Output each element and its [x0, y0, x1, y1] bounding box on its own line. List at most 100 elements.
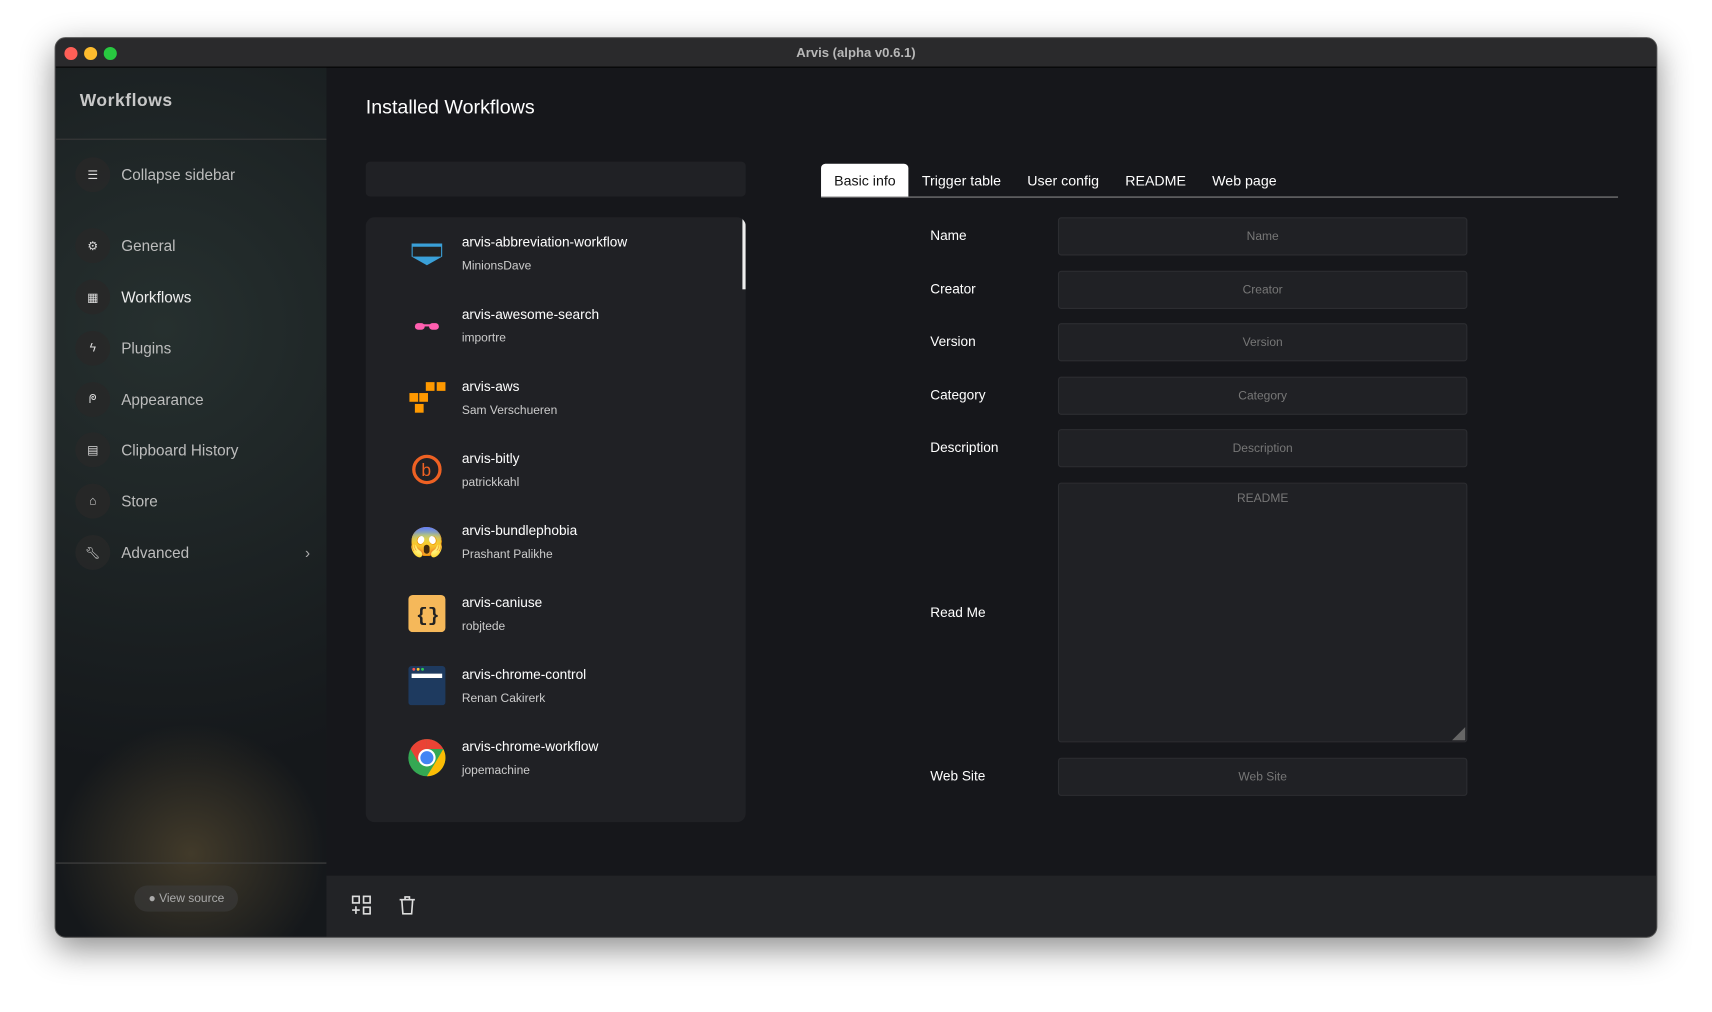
svg-text:{}: {} — [416, 605, 440, 627]
zoom-button[interactable] — [103, 46, 117, 61]
sidebar-item-store[interactable]: ⌂ Store — [75, 483, 310, 519]
clipboard-icon: ▤ — [75, 432, 111, 468]
close-button[interactable] — [64, 46, 78, 61]
gear-icon: ⚙ — [75, 228, 111, 264]
scream-emoji-icon: 😱 — [409, 524, 445, 558]
app-window: Arvis (alpha v0.6.1) Workflows ☰ Collapse… — [54, 37, 1658, 938]
category-field[interactable]: Category — [1057, 376, 1468, 415]
github-icon: ● — [148, 892, 156, 906]
workflow-name: arvis-aws — [461, 378, 520, 394]
list-item[interactable]: 😱 arvis-bundlephobia Prashant Palikhe — [366, 506, 746, 578]
search-input[interactable] — [365, 161, 746, 197]
name-label: Name — [930, 228, 967, 244]
collapse-sidebar-button[interactable]: ☰ Collapse sidebar — [75, 157, 310, 193]
workflow-name: arvis-chrome-control — [461, 666, 587, 682]
view-source-button[interactable]: ● View source — [134, 885, 239, 912]
workflow-author: patrickkahl — [461, 475, 520, 489]
sidebar-title: Workflows — [79, 91, 173, 111]
title-bar: Arvis (alpha v0.6.1) — [55, 38, 1657, 68]
braces-icon: {} — [407, 594, 446, 633]
workflow-author: Renan Cakirerk — [461, 691, 546, 705]
workflow-author: MinionsDave — [461, 259, 532, 273]
sort-icon: ☰ — [75, 157, 111, 193]
list-item[interactable]: arvis-chrome-workflow jopemachine — [366, 722, 746, 794]
sidebar: Workflows ☰ Collapse sidebar ⚙ General ▦ Wo… — [55, 67, 327, 937]
list-item[interactable]: arvis-abbreviation-workflow MinionsDave — [366, 217, 746, 289]
chevron-right-icon: › — [304, 543, 311, 562]
main-content: Installed Workflows arvis-abbreviation-w… — [326, 68, 1657, 937]
workflow-author: importre — [461, 331, 506, 345]
readme-label: Read Me — [930, 604, 986, 621]
chrome-icon — [407, 738, 446, 777]
name-field[interactable]: Name — [1057, 217, 1468, 256]
workflow-author: jopemachine — [461, 763, 530, 777]
add-grid-icon — [351, 895, 371, 915]
scrollbar[interactable] — [742, 217, 746, 290]
store-icon: ⌂ — [75, 483, 111, 519]
sunglasses-icon — [407, 306, 446, 345]
workflow-name: arvis-awesome-search — [461, 306, 600, 322]
nav-label: General — [121, 236, 176, 255]
sidebar-item-appearance[interactable]: ᖘ Appearance — [75, 382, 310, 418]
version-field[interactable]: Version — [1057, 323, 1468, 362]
wrench-icon: 🔧︎ — [75, 534, 111, 570]
add-workflow-button[interactable] — [351, 895, 372, 920]
trash-icon — [399, 896, 415, 915]
browser-window-icon — [407, 665, 446, 706]
tab-bar: Basic info Trigger table User config REA… — [821, 163, 1619, 198]
sidebar-item-advanced[interactable]: 🔧︎ Advanced › — [75, 534, 311, 570]
workflow-author: Sam Verschueren — [461, 403, 558, 417]
list-item[interactable]: {} arvis-caniuse robjtede — [366, 578, 746, 650]
bottom-toolbar — [326, 875, 1657, 937]
description-field[interactable]: Description — [1057, 429, 1468, 468]
workflow-name: arvis-abbreviation-workflow — [461, 234, 628, 250]
description-label: Description — [930, 439, 999, 456]
website-label: Web Site — [930, 768, 986, 784]
page-title: Installed Workflows — [365, 96, 535, 118]
sidebar-item-plugins[interactable]: ϟ Plugins — [75, 330, 310, 366]
divider — [55, 862, 327, 864]
workflow-name: arvis-bundlephobia — [461, 522, 578, 538]
view-source-label: View source — [159, 892, 225, 906]
tab-user-config[interactable]: User config — [1014, 164, 1112, 197]
bitly-icon: b — [407, 450, 446, 489]
nav-label: Collapse sidebar — [121, 165, 236, 184]
sidebar-item-workflows[interactable]: ▦ Workflows — [75, 279, 310, 315]
sidebar-item-general[interactable]: ⚙ General — [75, 228, 310, 264]
workflow-name: arvis-bitly — [461, 450, 520, 466]
list-item[interactable]: b arvis-bitly patrickkahl — [366, 433, 746, 505]
tab-web-page[interactable]: Web page — [1199, 164, 1290, 197]
aws-cubes-icon — [407, 378, 446, 417]
bolt-icon: ϟ — [75, 330, 111, 366]
creator-label: Creator — [930, 281, 976, 297]
list-item[interactable]: arvis-chrome-control Renan Cakirerk — [366, 650, 746, 722]
minimize-button[interactable] — [84, 46, 98, 61]
workflow-author: robjtede — [461, 619, 506, 633]
window-title: Arvis (alpha v0.6.1) — [796, 44, 916, 61]
nav-label: Advanced — [121, 543, 190, 562]
tab-readme[interactable]: README — [1112, 164, 1199, 197]
delete-workflow-button[interactable] — [399, 895, 416, 920]
abbreviation-logo-icon — [407, 234, 446, 273]
category-label: Category — [930, 387, 986, 403]
nav-label: Workflows — [121, 288, 192, 306]
svg-text:b: b — [421, 460, 431, 480]
creator-field[interactable]: Creator — [1057, 270, 1468, 309]
sidebar-item-clipboard-history[interactable]: ▤ Clipboard History — [75, 432, 310, 468]
nav-label: Store — [121, 492, 158, 510]
workflow-list: arvis-abbreviation-workflow MinionsDave a… — [365, 217, 746, 823]
paint-roller-icon: ᖘ — [75, 382, 111, 418]
divider — [55, 138, 327, 140]
workflow-name: arvis-caniuse — [461, 594, 543, 610]
readme-textarea[interactable]: README — [1057, 482, 1468, 743]
nav-label: Appearance — [121, 390, 204, 409]
workflow-name: arvis-chrome-workflow — [461, 738, 599, 754]
tab-basic-info[interactable]: Basic info — [821, 163, 909, 197]
nav-label: Clipboard History — [121, 441, 239, 459]
list-item[interactable]: arvis-aws Sam Verschueren — [366, 361, 746, 433]
grid-icon: ▦ — [75, 279, 111, 315]
list-item[interactable]: arvis-awesome-search importre — [366, 289, 746, 361]
workflow-author: Prashant Palikhe — [461, 547, 553, 561]
website-field[interactable]: Web Site — [1057, 757, 1468, 796]
tab-trigger-table[interactable]: Trigger table — [909, 164, 1014, 197]
